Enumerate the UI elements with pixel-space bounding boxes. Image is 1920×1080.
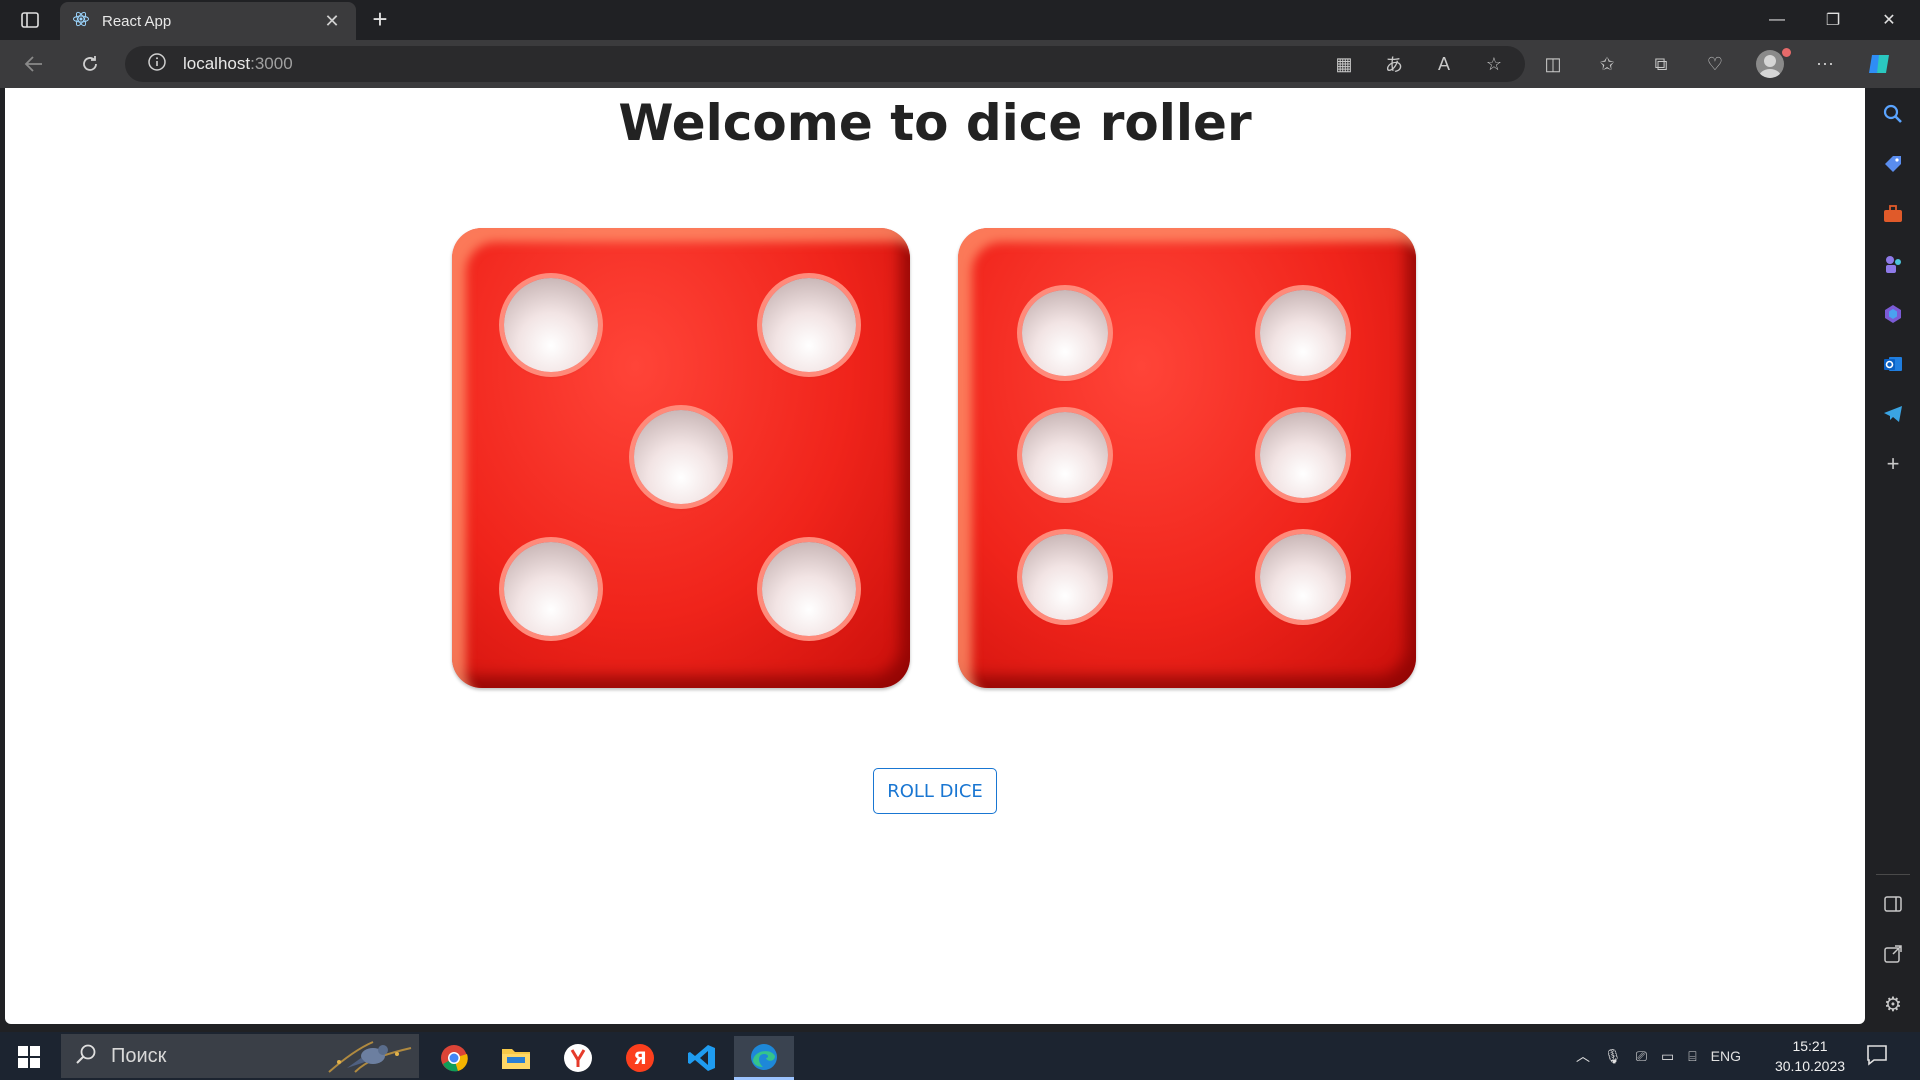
refresh-button[interactable] (76, 50, 104, 78)
address-host: localhost (183, 54, 251, 73)
hide-sidebar-icon[interactable] (1881, 892, 1905, 916)
taskbar-search[interactable]: Поиск (61, 1034, 419, 1078)
copilot-icon[interactable] (1866, 52, 1892, 76)
vscode-icon[interactable] (672, 1036, 732, 1080)
edge-sidebar: + ⚙ (1866, 88, 1920, 1032)
tab-title: React App (102, 12, 172, 30)
die-pip (1022, 534, 1108, 620)
clock-date: 30.10.2023 (1774, 1058, 1846, 1074)
dice-container (452, 228, 1422, 688)
favorites-icon[interactable]: ✩ (1594, 52, 1620, 76)
open-in-window-icon[interactable] (1881, 942, 1905, 966)
die-pip (762, 278, 856, 372)
display-icon[interactable]: ⎚ (1636, 1048, 1647, 1065)
more-options-icon[interactable]: ⋯ (1812, 52, 1838, 76)
yandex-icon[interactable]: Я (610, 1036, 670, 1080)
settings-gear-icon[interactable]: ⚙ (1881, 992, 1905, 1016)
profile-avatar[interactable] (1756, 50, 1784, 78)
die-five (452, 228, 910, 688)
page-viewport: Welcome to dice roller ROLL DICE (5, 88, 1865, 1024)
games-icon[interactable] (1881, 252, 1905, 276)
edge-icon[interactable] (734, 1036, 794, 1080)
minimize-button[interactable]: — (1750, 0, 1804, 40)
outlook-icon[interactable] (1881, 352, 1905, 376)
search-highlight-image (328, 1041, 412, 1073)
split-screen-icon[interactable]: ◫ (1540, 52, 1566, 76)
language-indicator[interactable]: ENG (1711, 1048, 1741, 1064)
tools-icon[interactable] (1881, 202, 1905, 226)
die-pip (1260, 534, 1346, 620)
browser-tab[interactable]: React App ✕ (60, 2, 356, 40)
shopping-tag-icon[interactable] (1881, 152, 1905, 176)
die-six (958, 228, 1416, 688)
die-pip (504, 542, 598, 636)
telegram-icon[interactable] (1881, 402, 1905, 426)
back-button[interactable] (20, 50, 48, 78)
add-icon[interactable]: + (1881, 451, 1905, 476)
die-pip (762, 542, 856, 636)
taskbar-clock[interactable]: 15:21 30.10.2023 (1770, 1036, 1850, 1076)
apps-icon[interactable]: ▦ (1331, 52, 1357, 76)
network-icon[interactable]: ⌸ (1688, 1048, 1696, 1065)
notification-dot (1782, 48, 1791, 57)
react-icon (72, 10, 90, 33)
close-tab-icon[interactable]: ✕ (320, 11, 344, 32)
die-pip (1022, 412, 1108, 498)
windows-taskbar: Поиск Я ︿ 🎙 ⎚ ▭ ⌸ ENG 15:21 30.10.2023 (0, 1032, 1920, 1080)
battery-icon[interactable]: ▭ (1661, 1048, 1674, 1065)
search-icon (75, 1043, 97, 1070)
browser-essentials-icon[interactable]: ♡ (1702, 52, 1728, 76)
notifications-icon[interactable] (1866, 1044, 1890, 1068)
chrome-icon[interactable] (424, 1036, 484, 1080)
search-placeholder: Поиск (111, 1044, 167, 1067)
yandex-browser-icon[interactable] (548, 1036, 608, 1080)
read-aloud-icon[interactable]: A (1431, 52, 1457, 76)
address-port: :3000 (250, 54, 293, 73)
clock-time: 15:21 (1792, 1038, 1828, 1054)
file-explorer-icon[interactable] (486, 1036, 546, 1080)
navigation-bar: localhost:3000 ▦ あ A ☆ ◫ ✩ ⧉ ♡ ⋯ (0, 40, 1920, 88)
office-icon[interactable] (1881, 302, 1905, 326)
die-pip (1022, 290, 1108, 376)
die-pip (504, 278, 598, 372)
tab-actions-icon[interactable] (14, 8, 46, 32)
microphone-icon[interactable]: 🎙 (1604, 1048, 1622, 1065)
restore-button[interactable]: ❐ (1806, 0, 1860, 40)
system-tray: ︿ 🎙 ⎚ ▭ ⌸ ENG (1576, 1032, 1741, 1080)
die-pip (1260, 412, 1346, 498)
die-pip (1260, 290, 1346, 376)
sidebar-divider (1876, 874, 1910, 875)
close-window-button[interactable]: ✕ (1862, 0, 1916, 40)
new-tab-button[interactable]: + (366, 6, 394, 34)
die-pip (634, 410, 728, 504)
chevron-up-icon[interactable]: ︿ (1576, 1046, 1590, 1066)
address-bar[interactable]: localhost:3000 ▦ あ A ☆ (125, 46, 1525, 82)
translate-icon[interactable]: あ (1381, 52, 1407, 76)
search-icon[interactable] (1881, 102, 1905, 126)
roll-dice-button[interactable]: ROLL DICE (873, 768, 997, 814)
collections-icon[interactable]: ⧉ (1648, 52, 1674, 76)
title-bar: React App ✕ + — ❐ ✕ (0, 0, 1920, 40)
page-title: Welcome to dice roller (618, 94, 1252, 152)
svg-text:Я: Я (633, 1049, 646, 1069)
windows-start-icon[interactable] (18, 1046, 40, 1068)
favorite-star-icon[interactable]: ☆ (1481, 52, 1507, 76)
site-info-icon[interactable] (147, 52, 167, 77)
